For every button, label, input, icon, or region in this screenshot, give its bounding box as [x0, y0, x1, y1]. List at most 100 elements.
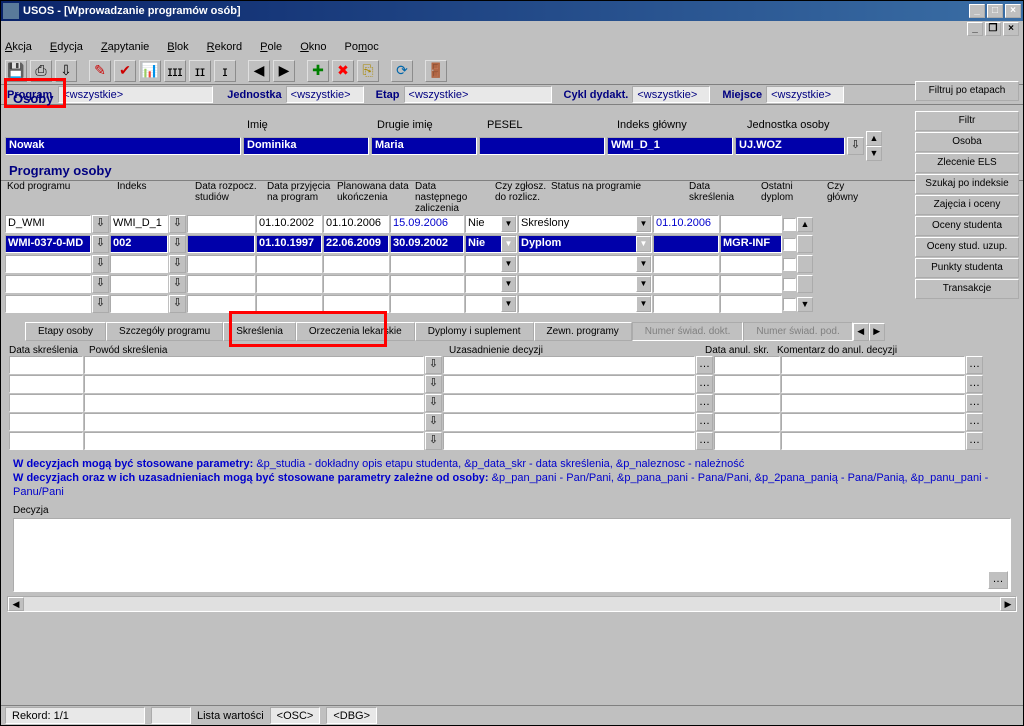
hscroll-left-button[interactable]: ◀: [8, 597, 24, 611]
prog-indeks[interactable]: WMI_D_1: [110, 215, 168, 233]
minimize-button[interactable]: _: [969, 4, 985, 18]
chart-bar-icon[interactable]: 📊: [139, 60, 161, 82]
exit-icon[interactable]: 🚪: [425, 60, 447, 82]
menu-blok[interactable]: Blok: [167, 41, 188, 53]
detail-komentarz[interactable]: [781, 356, 965, 374]
prog-status[interactable]: Skreślony▼: [518, 215, 652, 233]
prog-kod[interactable]: WMI-037-0-MD: [5, 235, 91, 253]
kod-lookup-button[interactable]: ⇩: [92, 215, 109, 233]
kod-lookup-button[interactable]: ⇩: [92, 235, 109, 253]
delete-icon[interactable]: ✖: [332, 60, 354, 82]
detail-data-skr[interactable]: [9, 356, 83, 374]
prog-przyj[interactable]: 01.10.2002: [256, 215, 322, 233]
tabs-left-button[interactable]: ◀: [853, 323, 869, 341]
mdi-restore-button[interactable]: ❐: [985, 22, 1001, 36]
prog-scroll-up[interactable]: ▲: [797, 217, 813, 232]
etap-filter[interactable]: <wszystkie>: [404, 86, 552, 103]
menu-pole[interactable]: Pole: [260, 41, 282, 53]
prog-zglosz[interactable]: Nie▼: [465, 235, 517, 253]
transakcje-button[interactable]: Transakcje: [915, 279, 1019, 299]
stats3-icon[interactable]: ɪ: [214, 60, 236, 82]
chevron-down-icon[interactable]: ▼: [636, 236, 651, 252]
indeks-lookup-button[interactable]: ⇩: [169, 215, 186, 233]
zlecenie-els-button[interactable]: Zlecenie ELS: [915, 153, 1019, 173]
dup-icon[interactable]: ⎘: [357, 60, 379, 82]
person-imie[interactable]: Dominika: [243, 137, 369, 155]
query-exec-icon[interactable]: ✔: [114, 60, 136, 82]
detail-uzasadnienie-more[interactable]: …: [696, 356, 713, 374]
mdi-minimize-button[interactable]: _: [967, 22, 983, 36]
oceny-uzup-button[interactable]: Oceny stud. uzup.: [915, 237, 1019, 257]
detail-data-anul[interactable]: [714, 356, 780, 374]
chevron-down-icon[interactable]: ▼: [501, 236, 516, 252]
tab-zewn[interactable]: Zewn. programy: [534, 322, 632, 341]
tabs-right-button[interactable]: ▶: [869, 323, 885, 341]
prog-scroll-down[interactable]: ▼: [797, 297, 813, 312]
prog-dyplom[interactable]: [720, 215, 782, 233]
indeks-lookup-button[interactable]: ⇩: [169, 235, 186, 253]
prog-glowny-checkbox[interactable]: [783, 218, 796, 231]
chevron-down-icon[interactable]: ▼: [636, 216, 651, 232]
person-lookup-button[interactable]: ⇩: [847, 137, 864, 155]
zajecia-oceny-button[interactable]: Zajęcia i oceny: [915, 195, 1019, 215]
detail-uzasadnienie[interactable]: [443, 356, 695, 374]
prog-rozpocz[interactable]: [187, 215, 255, 233]
prog-dyplom[interactable]: MGR-INF: [720, 235, 782, 253]
prog-przyj[interactable]: 01.10.1997: [256, 235, 322, 253]
person-up-button[interactable]: ▲: [866, 131, 882, 146]
prog-indeks[interactable]: 002: [110, 235, 168, 253]
next-icon[interactable]: ▶: [273, 60, 295, 82]
prog-planowana[interactable]: 01.10.2006: [323, 215, 389, 233]
menu-okno[interactable]: Okno: [300, 41, 326, 53]
prog-nast[interactable]: 15.09.2006: [390, 215, 464, 233]
tab-szczegoly[interactable]: Szczegóły programu: [106, 322, 223, 341]
filtr-button[interactable]: Filtr: [915, 111, 1019, 131]
prog-glowny-checkbox[interactable]: [783, 238, 796, 251]
prog-zglosz[interactable]: Nie▼: [465, 215, 517, 233]
maximize-button[interactable]: □: [987, 4, 1003, 18]
punkty-button[interactable]: Punkty studenta: [915, 258, 1019, 278]
jednostka-filter[interactable]: <wszystkie>: [286, 86, 364, 103]
prog-rozpocz[interactable]: [187, 235, 255, 253]
program-filter[interactable]: <wszystkie>: [58, 86, 213, 103]
stats1-icon[interactable]: ɪɪɪ: [164, 60, 186, 82]
chevron-down-icon[interactable]: ▼: [501, 216, 516, 232]
decyzja-textarea[interactable]: …: [13, 518, 1011, 592]
prev-icon[interactable]: ◀: [248, 60, 270, 82]
prog-scroll-track[interactable]: [797, 235, 813, 253]
prog-nast[interactable]: 30.09.2002: [390, 235, 464, 253]
tab-dyplomy[interactable]: Dyplomy i suplement: [415, 322, 534, 341]
close-button[interactable]: ×: [1005, 4, 1021, 18]
menu-edycja[interactable]: Edycja: [50, 41, 83, 53]
refresh-icon[interactable]: ⟳: [391, 60, 413, 82]
person-jednostka[interactable]: UJ.WOZ: [735, 137, 845, 155]
oceny-studenta-button[interactable]: Oceny studenta: [915, 216, 1019, 236]
osoba-button[interactable]: Osoba: [915, 132, 1019, 152]
person-nazwisko[interactable]: Nowak: [5, 137, 241, 155]
tab-etapy[interactable]: Etapy osoby: [25, 322, 106, 341]
prog-planowana[interactable]: 22.06.2009: [323, 235, 389, 253]
tab-swiad-pod[interactable]: Numer świad. pod.: [743, 322, 852, 341]
filtruj-po-etapach-button[interactable]: Filtruj po etapach: [915, 81, 1019, 101]
prog-status[interactable]: Dyplom▼: [518, 235, 652, 253]
person-drugie[interactable]: Maria: [371, 137, 477, 155]
miejsce-filter[interactable]: <wszystkie>: [766, 86, 844, 103]
person-down-button[interactable]: ▼: [866, 146, 882, 161]
menu-pomoc[interactable]: Pomoc: [345, 41, 379, 53]
stats2-icon[interactable]: ɪɪ: [189, 60, 211, 82]
cykl-filter[interactable]: <wszystkie>: [632, 86, 710, 103]
decyzja-more-button[interactable]: …: [988, 571, 1008, 589]
query-enter-icon[interactable]: ✎: [89, 60, 111, 82]
person-pesel[interactable]: [479, 137, 605, 155]
prog-skr[interactable]: [653, 235, 719, 253]
prog-kod[interactable]: D_WMI: [5, 215, 91, 233]
detail-powod-lookup[interactable]: ⇩: [425, 356, 442, 374]
szukaj-indeks-button[interactable]: Szukaj po indeksie: [915, 174, 1019, 194]
menu-rekord[interactable]: Rekord: [207, 41, 242, 53]
menu-akcja[interactable]: Akcja: [5, 41, 32, 53]
hscrollbar[interactable]: ◀ ▶: [7, 596, 1017, 612]
add-icon[interactable]: ✚: [307, 60, 329, 82]
menu-zapytanie[interactable]: Zapytanie: [101, 41, 149, 53]
hscroll-right-button[interactable]: ▶: [1000, 597, 1016, 611]
detail-komentarz-more[interactable]: …: [966, 356, 983, 374]
